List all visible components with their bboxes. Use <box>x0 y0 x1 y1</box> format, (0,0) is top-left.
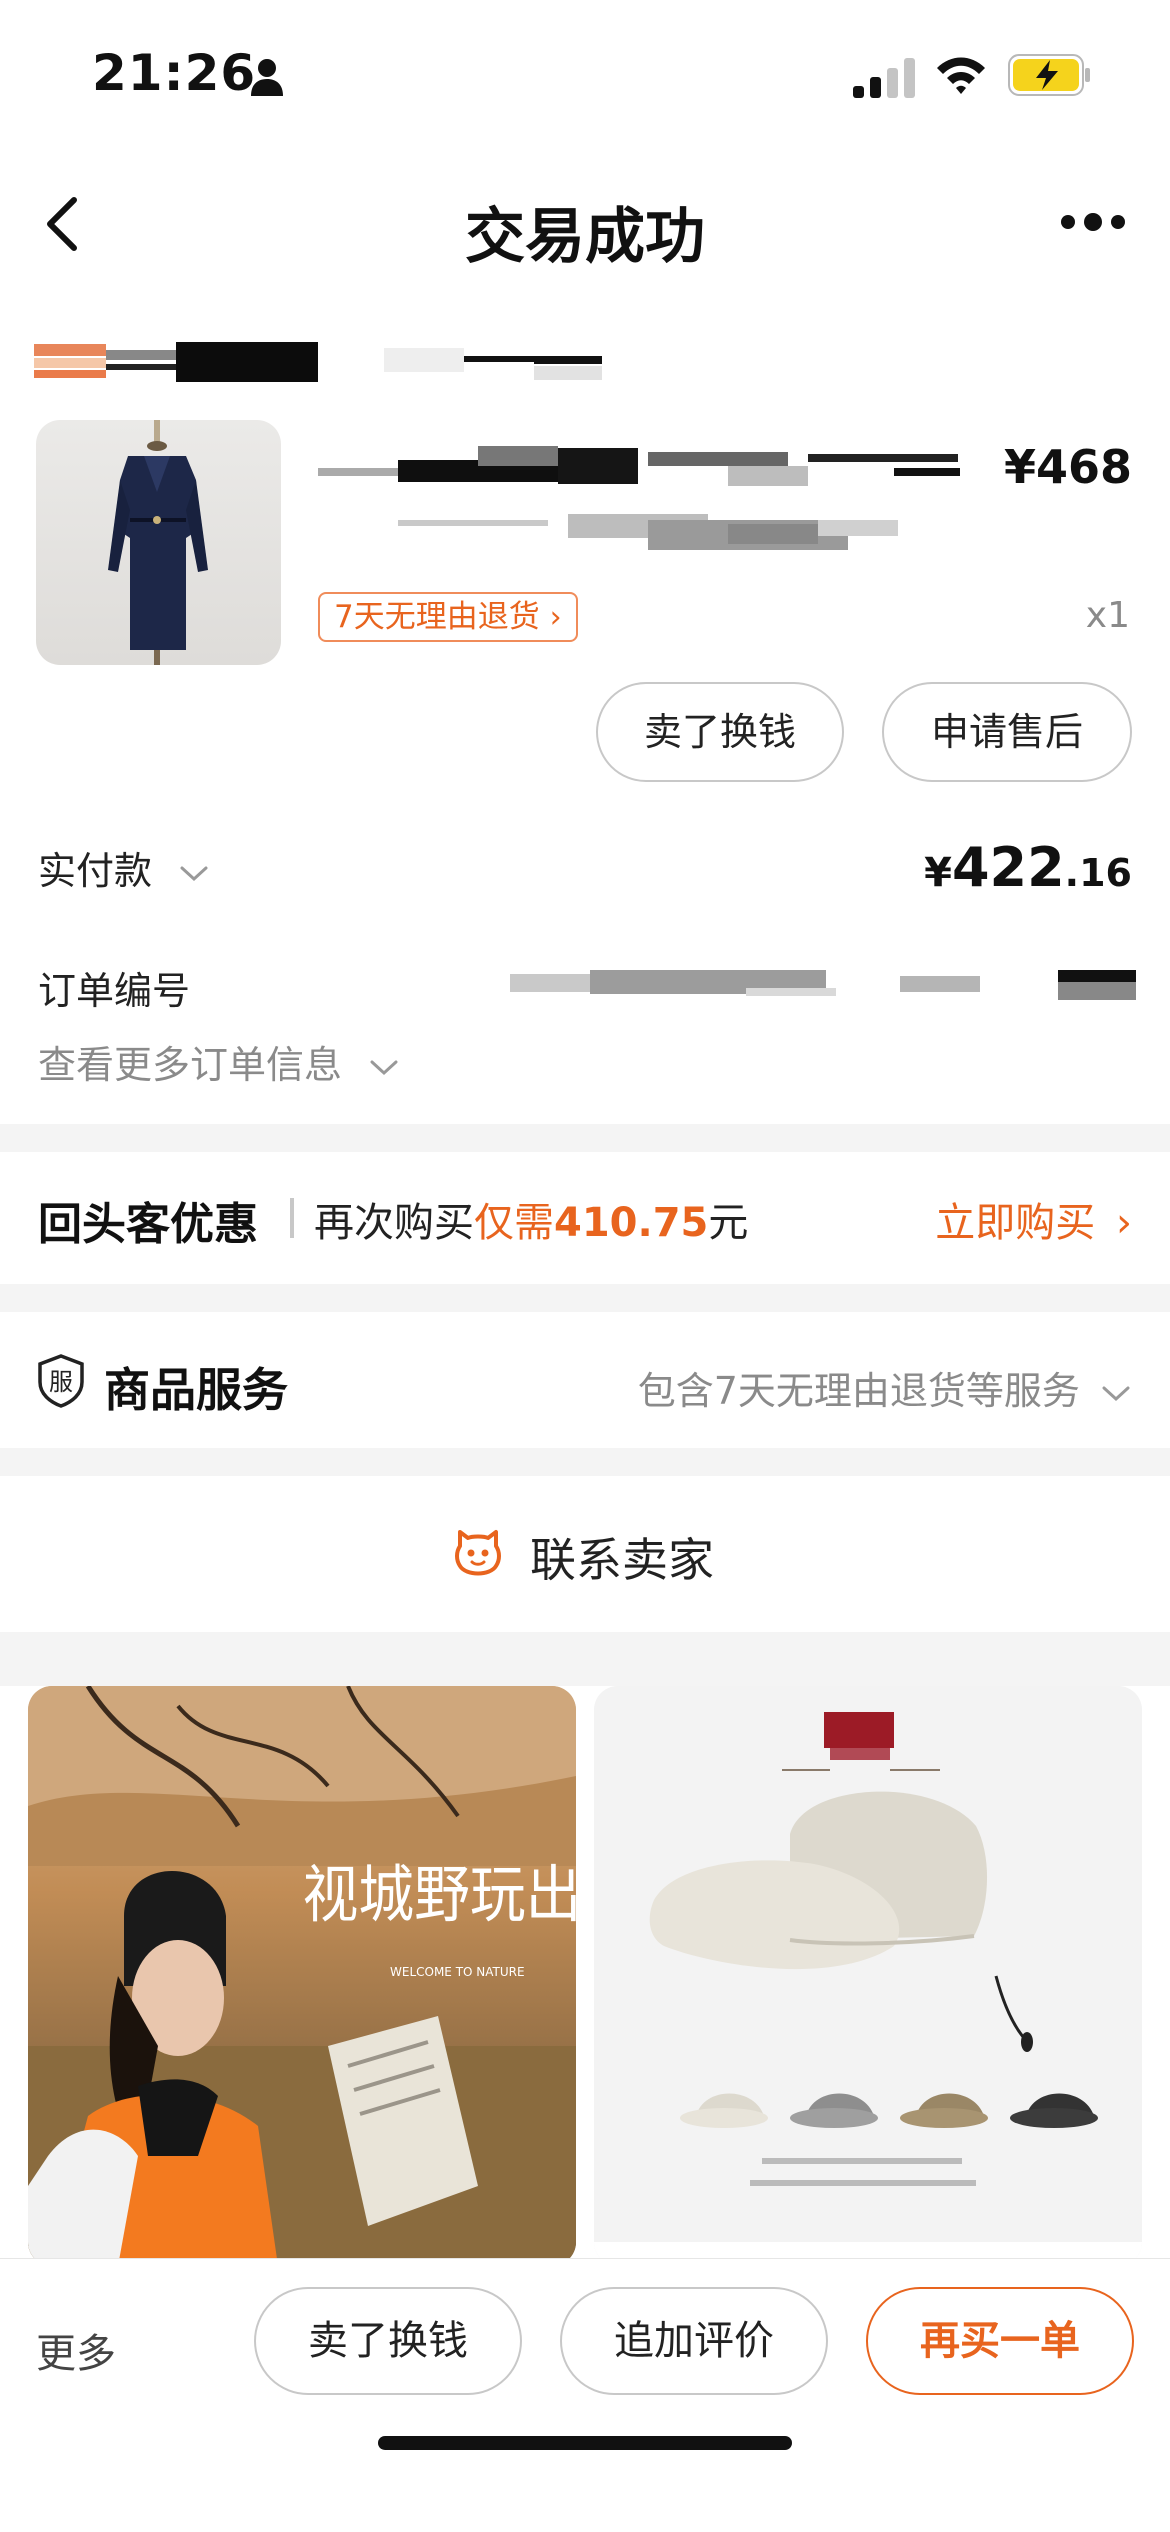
more-options-icon[interactable] <box>1058 210 1128 234</box>
bottom-sell-for-cash-button[interactable]: 卖了换钱 <box>254 2287 522 2395</box>
product-price: ¥468 <box>1003 440 1132 494</box>
buy-now-label: 立即购买 <box>935 1200 1096 1246</box>
service-shield-icon: 服 <box>38 1354 84 1408</box>
service-icon-char: 服 <box>49 1368 73 1396</box>
service-title: 商品服务 <box>104 1363 288 1417</box>
returning-customer-offer: 再次购买仅需410.75元 <box>314 1190 748 1248</box>
status-time: 21:26 <box>92 44 257 102</box>
currency-symbol: ¥ <box>924 850 952 896</box>
order-number-redacted[interactable] <box>510 968 1136 1004</box>
suit-dress-image <box>108 420 208 665</box>
paid-amount-integer: 422 <box>951 836 1065 899</box>
battery-charging-icon <box>1008 54 1090 96</box>
divider-bar <box>290 1198 294 1238</box>
offer-need: 仅需 <box>474 1200 554 1246</box>
chevron-right-icon: › <box>549 600 562 635</box>
order-number-label: 订单编号 <box>38 969 191 1013</box>
paid-amount-row[interactable]: 实付款 <box>38 840 210 895</box>
contact-seller-label: 联系卖家 <box>530 1533 714 1587</box>
shop-name-redacted[interactable] <box>34 338 604 384</box>
poster-subtitle: WELCOME TO NATURE <box>390 1965 525 1979</box>
cellular-signal-icon <box>853 58 915 98</box>
section-divider <box>0 1124 1170 1152</box>
chevron-down-icon <box>370 1060 398 1075</box>
offer-prefix: 再次购买 <box>314 1200 474 1246</box>
chevron-right-icon: › <box>1116 1200 1132 1246</box>
wifi-icon <box>937 57 985 94</box>
buy-again-button[interactable]: 再买一单 <box>866 2287 1134 2395</box>
apply-after-sales-button[interactable]: 申请售后 <box>882 682 1132 782</box>
recommendation-card-outdoor[interactable]: 视城野玩出色 WELCOME TO NATURE <box>28 1686 576 2266</box>
offer-amount: 410.75 <box>554 1200 709 1246</box>
section-divider <box>0 1284 1170 1312</box>
product-quantity: x1 <box>1085 595 1130 636</box>
offer-suffix: 元 <box>708 1200 749 1246</box>
paid-amount-label: 实付款 <box>38 849 153 893</box>
more-order-info-toggle[interactable]: 查看更多订单信息 <box>38 1034 400 1089</box>
poster-title: 视城野玩出色 <box>303 1858 576 1931</box>
paid-amount-decimal: .16 <box>1064 851 1132 895</box>
chevron-down-icon <box>1102 1386 1130 1401</box>
page-title: 交易成功 <box>465 202 705 272</box>
product-title-redacted[interactable] <box>318 440 978 560</box>
status-bar: 21:26 <box>0 0 1170 150</box>
return-policy-label: 7天无理由退货 <box>334 599 540 635</box>
service-description: 包含7天无理由退货等服务 <box>637 1369 1080 1413</box>
more-button[interactable]: 更多 <box>36 2321 116 2379</box>
nav-bar: 交易成功 <box>0 170 1170 280</box>
add-review-button[interactable]: 追加评价 <box>560 2287 828 2395</box>
bottom-action-bar: 更多 卖了换钱 追加评价 再买一单 <box>0 2258 1170 2532</box>
returning-customer-title: 回头客优惠 <box>38 1199 258 1250</box>
service-description-toggle[interactable]: 包含7天无理由退货等服务 <box>638 1360 1132 1415</box>
chevron-down-icon <box>180 866 208 881</box>
paid-amount-value: ¥422.16 <box>924 836 1132 899</box>
section-divider <box>0 1632 1170 1686</box>
sell-for-cash-button[interactable]: 卖了换钱 <box>596 682 844 782</box>
chat-mascot-icon <box>455 1530 501 1576</box>
return-policy-tag[interactable]: 7天无理由退货 › <box>318 592 578 642</box>
more-order-info-label: 查看更多订单信息 <box>38 1043 343 1087</box>
person-icon <box>251 59 283 96</box>
home-indicator[interactable] <box>378 2436 792 2450</box>
buy-now-link[interactable]: 立即购买 › <box>935 1190 1132 1248</box>
model-photo-image: 视城野玩出色 WELCOME TO NATURE <box>28 1686 576 2266</box>
bucket-hat-image <box>594 1686 1142 2266</box>
product-thumbnail[interactable] <box>36 420 281 665</box>
section-divider <box>0 1448 1170 1476</box>
recommendation-card-hat[interactable] <box>594 1686 1142 2266</box>
